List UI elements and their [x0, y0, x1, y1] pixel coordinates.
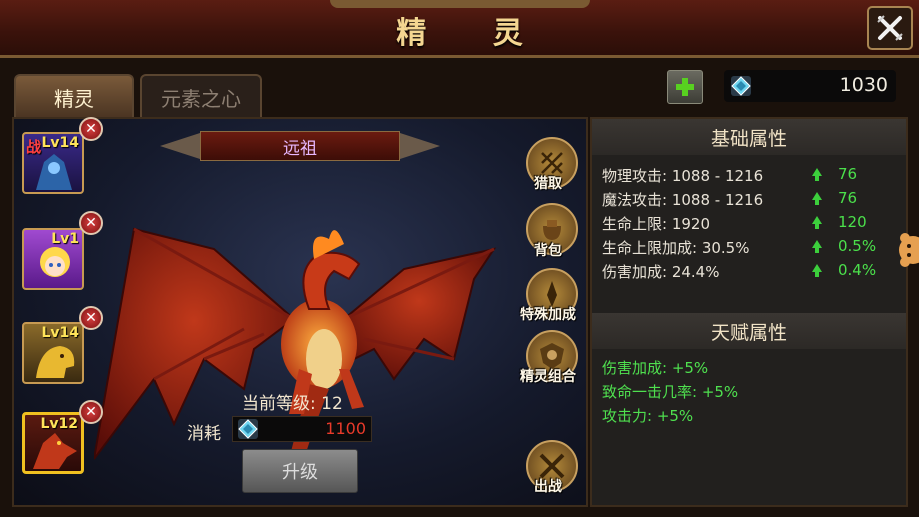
spirit-combo-button-label: 精灵组合 [520, 369, 576, 385]
currency-display: 1030 [724, 70, 896, 102]
remove-slot-4-button[interactable]: ✕ [79, 400, 103, 424]
talent-attributes-title: 天赋属性 [592, 313, 906, 349]
special-bonus-button-label: 特殊加成 [520, 307, 576, 323]
stat-row: 生命上限加成: 30.5% 0.5% [602, 237, 902, 259]
sprite-name-plate: 远祖 [200, 131, 400, 161]
close-button[interactable] [867, 6, 913, 50]
deploy-button-label: 出战 [534, 479, 562, 495]
tab-sprite-label: 精灵 [54, 86, 94, 111]
spirit-portrait-icon [40, 247, 70, 277]
current-level: 当前等级: 12 [242, 394, 343, 414]
stat-row: 物理攻击: 1088 - 1216 76 [602, 165, 902, 187]
spirit-screen: 精 灵 精灵 元素之心 1030 远祖 战 Lv14 ✕ Lv1 ✕ Lv14 … [0, 0, 919, 517]
tab-element-heart-label: 元素之心 [161, 86, 241, 111]
stat-label: 物理攻击: 1088 - 1216 [602, 167, 764, 185]
page-title: 精 灵 [396, 16, 551, 51]
stat-row: 伤害加成: 24.4% 0.4% [602, 261, 902, 283]
cost-label: 消耗 [187, 424, 221, 444]
tab-element-heart[interactable]: 元素之心 [140, 74, 262, 118]
plus-icon [676, 78, 694, 96]
remove-slot-1-button[interactable]: ✕ [79, 117, 103, 141]
slot-level: Lv14 [41, 135, 79, 151]
hunt-button-label: 猎取 [534, 176, 562, 192]
stat-increase: 0.5% [838, 237, 877, 255]
backpack-button-label: 背包 [534, 243, 562, 259]
bear-helper-icon[interactable] [897, 230, 919, 270]
close-icon [877, 15, 903, 41]
plate-ornament-right [400, 133, 440, 159]
arrow-up-icon [812, 192, 822, 205]
remove-slot-2-button[interactable]: ✕ [79, 211, 103, 235]
remove-icon: ✕ [85, 404, 97, 420]
remove-icon: ✕ [85, 215, 97, 231]
stat-row: 生命上限: 1920 120 [602, 213, 902, 235]
spirit-portrait-icon [36, 346, 75, 378]
stat-label: 生命上限加成: 30.5% [602, 239, 750, 257]
arrow-up-icon [812, 168, 822, 181]
spirit-slot-1[interactable]: 战 Lv14 [22, 132, 84, 194]
arrow-up-icon [812, 216, 822, 229]
talent-row: 致命一击几率: +5% [602, 383, 739, 401]
spirit-slot-3[interactable]: Lv14 [22, 322, 84, 384]
arrow-up-icon [812, 264, 822, 277]
gem-icon [731, 76, 751, 96]
stat-increase: 76 [838, 189, 858, 207]
spirit-portrait-icon [33, 433, 77, 469]
currency-value: 1030 [839, 74, 888, 96]
stat-increase: 76 [838, 165, 858, 183]
stat-increase: 120 [838, 213, 867, 231]
spirit-slot-4[interactable]: Lv12 [22, 412, 84, 474]
remove-slot-3-button[interactable]: ✕ [79, 306, 103, 330]
sprite-name: 远祖 [283, 138, 317, 159]
upgrade-button[interactable]: 升级 [242, 449, 358, 493]
remove-icon: ✕ [85, 121, 97, 137]
stat-row: 魔法攻击: 1088 - 1216 76 [602, 189, 902, 211]
talent-row: 攻击力: +5% [602, 407, 694, 425]
arrow-up-icon [812, 240, 822, 253]
gem-icon [238, 419, 258, 439]
stat-label: 生命上限: 1920 [602, 215, 710, 233]
plate-ornament-left [160, 133, 200, 159]
spirit-portrait-icon [36, 154, 72, 190]
title-bar: 精 灵 [0, 0, 919, 58]
stat-increase: 0.4% [838, 261, 877, 279]
talent-row: 伤害加成: +5% [602, 359, 709, 377]
cost-value: 1100 [325, 419, 366, 438]
base-attributes-title: 基础属性 [592, 119, 906, 155]
attributes-panel: 基础属性 物理攻击: 1088 - 1216 76 魔法攻击: 1088 - 1… [590, 117, 908, 507]
stat-label: 魔法攻击: 1088 - 1216 [602, 191, 764, 209]
add-currency-button[interactable] [667, 70, 703, 104]
stat-label: 伤害加成: 24.4% [602, 263, 720, 281]
cost-display: 1100 [232, 416, 372, 442]
tab-sprite[interactable]: 精灵 [14, 74, 134, 118]
remove-icon: ✕ [85, 310, 97, 326]
spirit-slot-2[interactable]: Lv1 [22, 228, 84, 290]
